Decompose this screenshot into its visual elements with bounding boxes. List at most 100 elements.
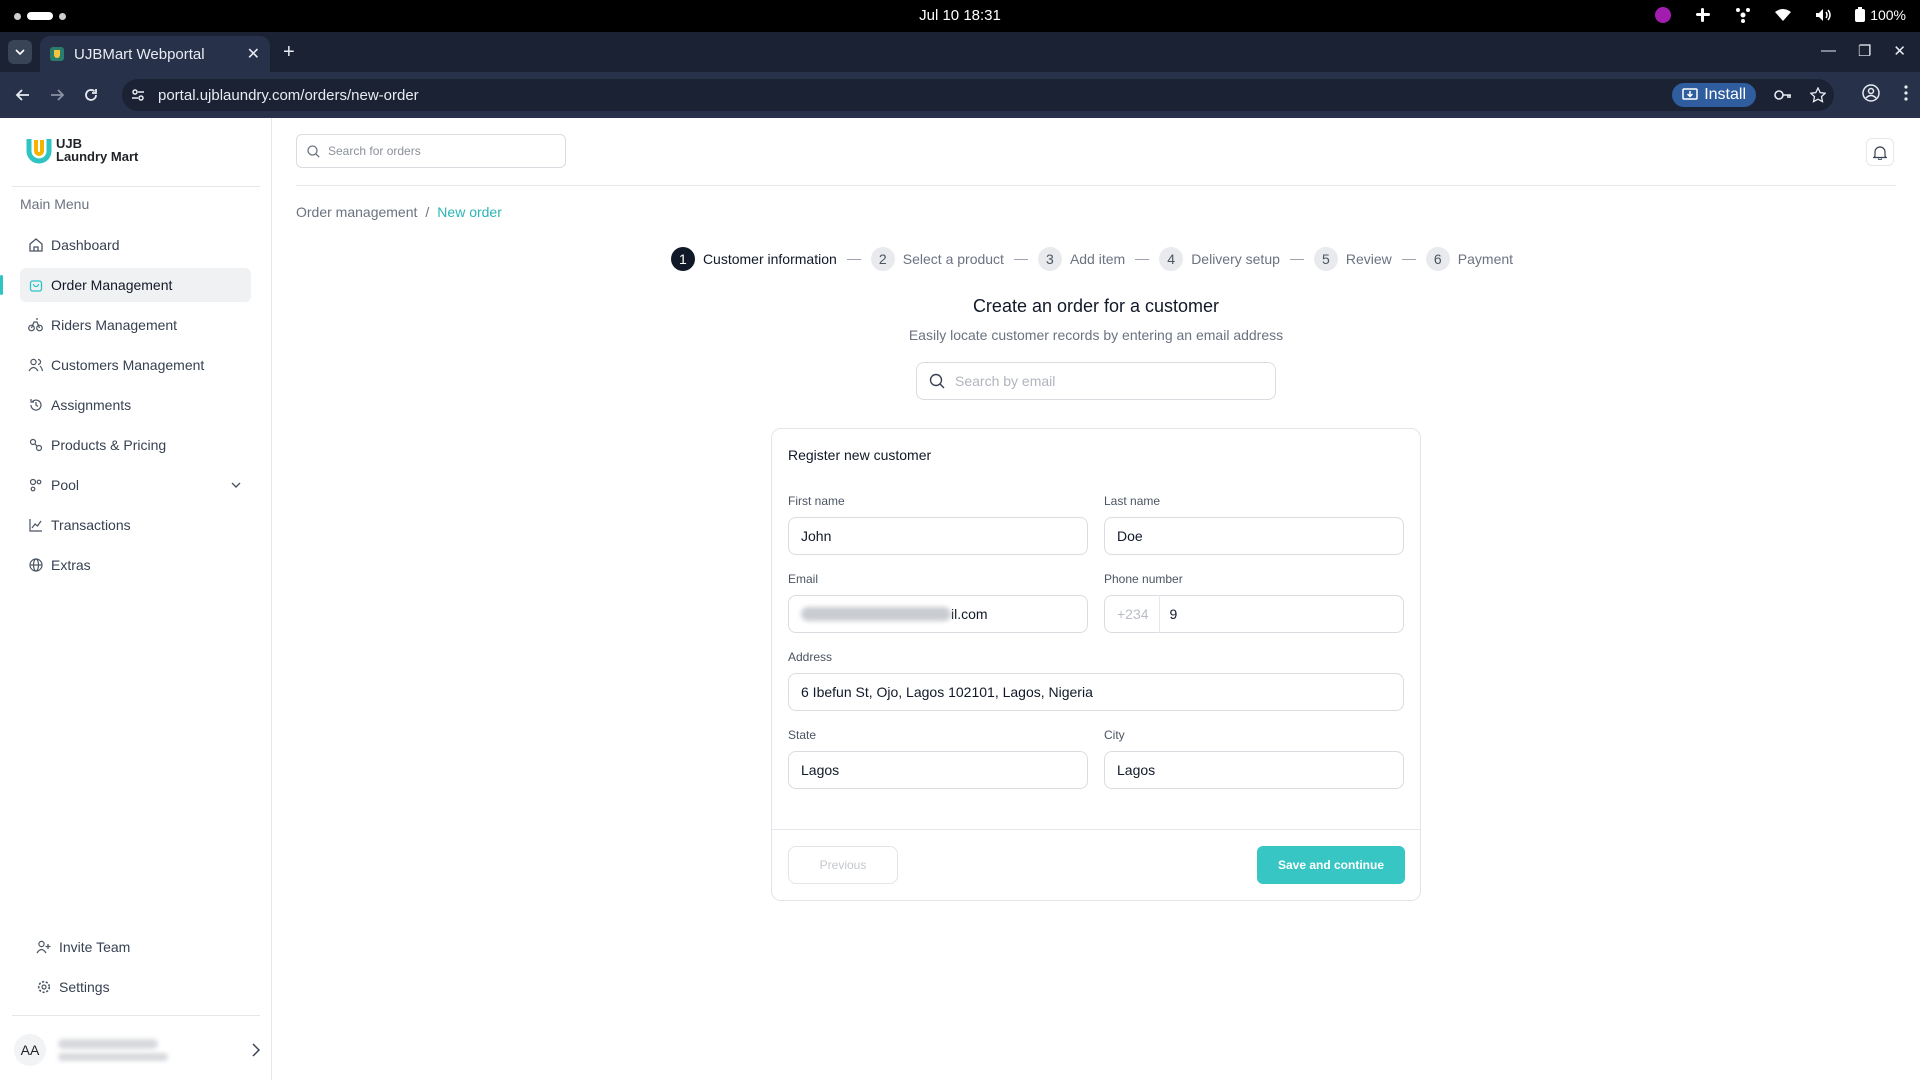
notifications-button[interactable] bbox=[1866, 138, 1894, 166]
battery-icon bbox=[1855, 7, 1866, 22]
menu-title: Main Menu bbox=[20, 196, 90, 212]
address-value: 6 Ibefun St, Ojo, Lagos 102101, Lagos, N… bbox=[801, 684, 1093, 700]
sidebar-item-products-pricing[interactable]: Products & Pricing bbox=[20, 428, 251, 462]
email-label: Email bbox=[788, 572, 819, 586]
sidebar-item-extras[interactable]: Extras bbox=[20, 548, 251, 582]
url-text[interactable]: portal.ujblaundry.com/orders/new-order bbox=[158, 87, 1672, 104]
email-search-input[interactable]: Search by email bbox=[916, 362, 1276, 400]
order-search-placeholder: Search for orders bbox=[328, 144, 421, 158]
step-add-item[interactable]: 3 Add item bbox=[1037, 247, 1125, 271]
close-tab-icon[interactable]: ✕ bbox=[247, 44, 260, 64]
city-field[interactable]: Lagos bbox=[1104, 751, 1404, 789]
tab-search-button[interactable] bbox=[8, 40, 32, 64]
new-tab-button[interactable]: + bbox=[283, 42, 295, 62]
close-window-icon[interactable]: ✕ bbox=[1893, 42, 1906, 60]
previous-button[interactable]: Previous bbox=[788, 846, 898, 884]
breadcrumb: Order management / New order bbox=[296, 204, 502, 220]
history-icon bbox=[28, 398, 43, 413]
last-name-value: Doe bbox=[1117, 528, 1143, 544]
browser-toolbar: portal.ujblaundry.com/orders/new-order I… bbox=[0, 72, 1920, 118]
back-button[interactable] bbox=[6, 78, 40, 112]
first-name-value: John bbox=[801, 528, 832, 544]
email-visible-part: il.com bbox=[951, 606, 988, 622]
profile-icon[interactable] bbox=[1862, 84, 1880, 102]
user-info-redacted bbox=[58, 1039, 240, 1061]
step-customer-information[interactable]: 1 Customer information bbox=[670, 247, 837, 271]
reload-icon bbox=[85, 89, 97, 101]
slack-icon[interactable] bbox=[1694, 6, 1712, 24]
sidebar-item-settings[interactable]: Settings bbox=[28, 970, 248, 1004]
email-field[interactable]: il.com bbox=[788, 595, 1088, 633]
step-review[interactable]: 5 Review bbox=[1313, 247, 1392, 271]
sidebar-divider bbox=[12, 1015, 260, 1016]
sidebar-item-label: Assignments bbox=[51, 397, 132, 413]
first-name-field[interactable]: John bbox=[788, 517, 1088, 555]
forward-button[interactable] bbox=[40, 78, 74, 112]
sidebar-item-riders-management[interactable]: Riders Management bbox=[20, 308, 251, 342]
state-field[interactable]: Lagos bbox=[788, 751, 1088, 789]
restore-icon[interactable]: ❐ bbox=[1858, 42, 1871, 60]
step-label: Delivery setup bbox=[1191, 251, 1280, 267]
app-indicator-icon[interactable] bbox=[1654, 6, 1672, 24]
browser-tab[interactable]: UJBMart Webportal ✕ bbox=[40, 36, 270, 72]
sidebar-item-label: Transactions bbox=[51, 517, 131, 533]
volume-icon[interactable] bbox=[1814, 6, 1832, 24]
city-value: Lagos bbox=[1117, 762, 1156, 778]
step-label: Select a product bbox=[902, 251, 1004, 267]
address-bar[interactable]: portal.ujblaundry.com/orders/new-order I… bbox=[122, 79, 1834, 111]
os-top-bar: Jul 10 18:31 100% bbox=[0, 0, 1920, 32]
site-settings-icon bbox=[132, 89, 144, 101]
sidebar-item-order-management[interactable]: Order Management bbox=[20, 268, 251, 302]
os-clock[interactable]: Jul 10 18:31 bbox=[0, 7, 1920, 24]
password-key-icon[interactable] bbox=[1774, 89, 1792, 101]
sidebar-item-transactions[interactable]: Transactions bbox=[20, 508, 251, 542]
install-app-button[interactable]: Install bbox=[1672, 83, 1756, 107]
step-label: Review bbox=[1345, 251, 1392, 267]
step-connector bbox=[846, 258, 861, 260]
minimize-icon[interactable]: — bbox=[1821, 42, 1836, 60]
save-and-continue-button[interactable]: Save and continue bbox=[1257, 846, 1405, 884]
address-field[interactable]: 6 Ibefun St, Ojo, Lagos 102101, Lagos, N… bbox=[788, 673, 1404, 711]
user-profile-row[interactable]: AA bbox=[14, 1030, 260, 1070]
network-app-icon[interactable] bbox=[1734, 6, 1752, 24]
browser-tab-strip: UJBMart Webportal ✕ + — ❐ ✕ bbox=[0, 32, 1920, 72]
wifi-icon[interactable] bbox=[1774, 6, 1792, 24]
battery-indicator[interactable]: 100% bbox=[1854, 7, 1906, 23]
step-payment[interactable]: 6 Payment bbox=[1425, 247, 1513, 271]
reload-button[interactable] bbox=[74, 78, 108, 112]
step-label: Customer information bbox=[702, 251, 837, 267]
more-menu-icon[interactable] bbox=[1904, 84, 1908, 102]
card-title: Register new customer bbox=[788, 447, 932, 463]
chevron-down-icon[interactable] bbox=[231, 482, 241, 488]
step-number: 2 bbox=[870, 247, 895, 271]
users-icon bbox=[28, 358, 43, 373]
step-delivery-setup[interactable]: 4 Delivery setup bbox=[1159, 247, 1280, 271]
last-name-field[interactable]: Doe bbox=[1104, 517, 1404, 555]
search-icon bbox=[307, 144, 320, 158]
pool-icon bbox=[28, 478, 43, 493]
install-icon bbox=[1682, 88, 1698, 100]
site-favicon-icon bbox=[50, 47, 64, 61]
address-label: Address bbox=[788, 650, 833, 664]
state-value: Lagos bbox=[801, 762, 840, 778]
shopping-bag-icon bbox=[28, 278, 43, 293]
sidebar-item-pool[interactable]: Pool bbox=[20, 468, 251, 502]
step-select-product[interactable]: 2 Select a product bbox=[870, 247, 1004, 271]
sidebar-item-invite-team[interactable]: Invite Team bbox=[28, 930, 248, 964]
sidebar-item-customers-management[interactable]: Customers Management bbox=[20, 348, 251, 382]
bookmark-star-icon[interactable] bbox=[1810, 87, 1826, 103]
breadcrumb-parent[interactable]: Order management bbox=[296, 204, 417, 220]
phone-field[interactable]: +234 9 bbox=[1104, 595, 1404, 633]
brand-logo[interactable]: UJB Laundry Mart bbox=[26, 136, 138, 164]
card-divider bbox=[772, 829, 1420, 830]
sidebar-item-label: Pool bbox=[51, 477, 80, 493]
phone-country-code[interactable]: +234 bbox=[1117, 595, 1160, 633]
order-search-input[interactable]: Search for orders bbox=[296, 134, 566, 168]
sidebar-bottom-menu: Invite Team Settings bbox=[28, 930, 248, 1010]
sidebar-item-assignments[interactable]: Assignments bbox=[20, 388, 251, 422]
sidebar-item-label: Order Management bbox=[51, 277, 173, 293]
globe-icon bbox=[28, 558, 43, 573]
arrow-left-icon bbox=[15, 89, 29, 101]
chevron-right-icon[interactable] bbox=[252, 1043, 260, 1057]
chevron-down-icon bbox=[15, 49, 25, 56]
